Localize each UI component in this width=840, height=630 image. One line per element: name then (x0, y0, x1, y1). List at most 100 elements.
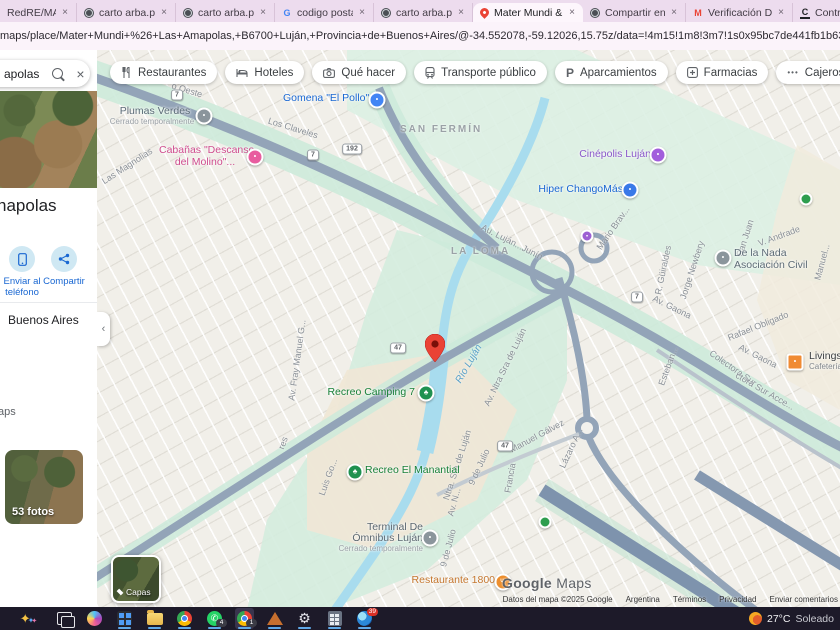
send-to-phone-label: Enviar al teléfono (1, 277, 43, 299)
shop-poi-icon[interactable]: • (369, 92, 386, 109)
globe-favicon (183, 8, 193, 18)
poi-label-cabanas-2[interactable]: del Molino"... (159, 157, 251, 169)
poi-label-cabanas-1[interactable]: Cabañas "Descanso (159, 145, 251, 157)
tab-carto-arba-1[interactable]: carto arba.pdf × (77, 3, 176, 22)
tab-compartir-whatsapp[interactable]: Compartir en Wh × (583, 3, 686, 22)
map-attribution: Datos del mapa ©2025 Google Argentina Té… (503, 595, 838, 604)
tab-redremax[interactable]: RedRE/MAX × (0, 3, 77, 22)
google-logo-text: Google (502, 575, 552, 591)
generic-poi-icon[interactable]: • (715, 250, 732, 267)
close-icon[interactable]: × (160, 7, 168, 18)
park-tree-poi-icon[interactable]: ♣ (418, 385, 435, 402)
poi-label-livings[interactable]: Livings C (809, 351, 840, 363)
supermarket-poi-icon[interactable]: • (622, 182, 639, 199)
search-icon[interactable] (52, 68, 63, 79)
green-poi-dot[interactable] (800, 193, 813, 206)
whatsapp-icon[interactable]: ✆ 4 (205, 608, 224, 629)
close-icon[interactable]: × (259, 7, 267, 18)
copilot-icon[interactable] (85, 608, 104, 629)
poi-label-de-la-nada-1[interactable]: De la Nada (734, 248, 787, 260)
layers-icon (117, 589, 124, 596)
poi-label-changomas[interactable]: Hiper ChangoMás (531, 184, 623, 196)
poi-label-plumas-verdes[interactable]: Plumas Verdes (111, 106, 199, 118)
chip-transporte[interactable]: Transporte público (414, 61, 547, 84)
close-icon[interactable]: × (568, 7, 576, 18)
close-icon[interactable]: × (358, 7, 366, 18)
globe-favicon (381, 8, 391, 18)
tab-contractia[interactable]: C Contractia × (793, 3, 840, 22)
cafe-poi-icon[interactable]: • (787, 354, 804, 371)
photos-card[interactable]: 53 fotos (5, 450, 83, 524)
weather-widget[interactable]: 27°C Soleado (749, 607, 834, 630)
search-box[interactable]: apolas × (0, 60, 90, 87)
parking-icon: P (566, 66, 574, 80)
share-button[interactable]: Compartir (43, 246, 85, 288)
green-poi-dot[interactable] (539, 516, 552, 529)
collapse-panel-chevron[interactable]: ‹ (97, 312, 110, 346)
route-shield-7: 7 (307, 150, 319, 161)
chip-label: Cajeros automáticos (805, 67, 840, 79)
attribution-country: Argentina (626, 595, 660, 604)
photos-count-label: 53 fotos (12, 506, 54, 518)
pyramid-app-icon[interactable] (265, 608, 284, 629)
tab-carto-arba-2[interactable]: carto arba.pdf × (176, 3, 275, 22)
route-shield-7: 7 (171, 90, 183, 101)
poi-label-recreo-manantial[interactable]: Recreo El Manantial (365, 465, 460, 477)
close-icon[interactable]: × (777, 7, 785, 18)
destination-pin[interactable] (425, 334, 445, 367)
search-input[interactable]: apolas (4, 67, 39, 81)
tab-verificacion[interactable]: M Verificación Docu × (686, 3, 793, 22)
generic-poi-icon[interactable]: • (196, 108, 213, 125)
poi-label-de-la-nada-2[interactable]: Asociación Civil (734, 260, 808, 272)
poi-label-gomena[interactable]: Gomena "El Pollo" (283, 93, 369, 105)
chip-farmacias[interactable]: Farmacias (676, 61, 769, 84)
start-sparkle-icon[interactable]: ✦✦✦ (10, 608, 44, 629)
task-view-icon[interactable] (55, 608, 74, 629)
close-icon[interactable]: × (457, 7, 465, 18)
maps-link-fragment[interactable]: aps (0, 406, 16, 418)
calculator-icon[interactable] (325, 608, 344, 629)
file-explorer-icon[interactable] (145, 608, 164, 629)
chip-hoteles[interactable]: Hoteles (225, 61, 304, 84)
chip-restaurantes[interactable]: Restaurantes (110, 61, 217, 84)
clear-search-icon[interactable]: × (76, 66, 84, 82)
chip-label: Restaurantes (138, 67, 206, 79)
globe-favicon (84, 8, 94, 18)
photo-spot-dot[interactable]: ▪ (581, 230, 594, 243)
poi-label-recreo-camping[interactable]: Recreo Camping 7 (325, 387, 415, 399)
close-icon[interactable]: × (670, 7, 678, 18)
chip-label: Qué hacer (341, 67, 395, 79)
poi-label-cinepolis[interactable]: Cinépolis Luján (565, 149, 651, 161)
poi-label-terminal-2[interactable]: Ómnibus Luján (337, 533, 423, 545)
chip-aparcamientos[interactable]: P Aparcamientos (555, 61, 668, 84)
mail-app-icon[interactable]: 39 (355, 608, 374, 629)
chip-cajeros[interactable]: ••• Cajeros automáticos (776, 61, 840, 84)
divider (0, 302, 97, 303)
tab-codigo-postal[interactable]: G codigo postal de × (275, 3, 374, 22)
lodging-poi-icon[interactable]: • (247, 149, 264, 166)
privacy-link[interactable]: Privacidad (719, 595, 756, 604)
map-canvas[interactable]: Restaurantes Hoteles Qué hacer Transport… (97, 50, 840, 607)
poi-label-restaurante-1800[interactable]: Restaurante 1800 (405, 575, 495, 587)
address-bar[interactable]: maps/place/Mater+Mundi+%26+Las+Amapolas,… (0, 22, 840, 50)
chip-que-hacer[interactable]: Qué hacer (312, 61, 406, 84)
settings-gear-icon[interactable]: ⚙ (295, 608, 314, 629)
terms-link[interactable]: Términos (673, 595, 706, 604)
store-grid-app-icon[interactable] (115, 608, 134, 629)
place-hero-photo[interactable] (0, 91, 97, 188)
tab-mater-mundi-active[interactable]: Mater Mundi & L × (473, 3, 583, 22)
cinema-poi-icon[interactable]: • (650, 147, 667, 164)
layers-button[interactable]: Capas (111, 555, 161, 603)
tab-title: carto arba.pdf (99, 7, 155, 19)
send-to-phone-button[interactable]: Enviar al teléfono (1, 246, 43, 299)
feedback-link[interactable]: Enviar comentarios (770, 595, 838, 604)
bed-icon (236, 67, 248, 78)
chrome-icon[interactable] (175, 608, 194, 629)
tab-title: RedRE/MAX (7, 7, 56, 19)
park-tree-poi-icon[interactable]: ♣ (347, 464, 364, 481)
bus-terminal-poi-icon[interactable]: • (422, 530, 439, 547)
whatsapp-badge: 4 (216, 619, 227, 627)
close-icon[interactable]: × (61, 7, 69, 18)
chrome-active-icon[interactable]: 1 (235, 608, 254, 629)
tab-carto-arba-3[interactable]: carto arba.pdf × (374, 3, 473, 22)
